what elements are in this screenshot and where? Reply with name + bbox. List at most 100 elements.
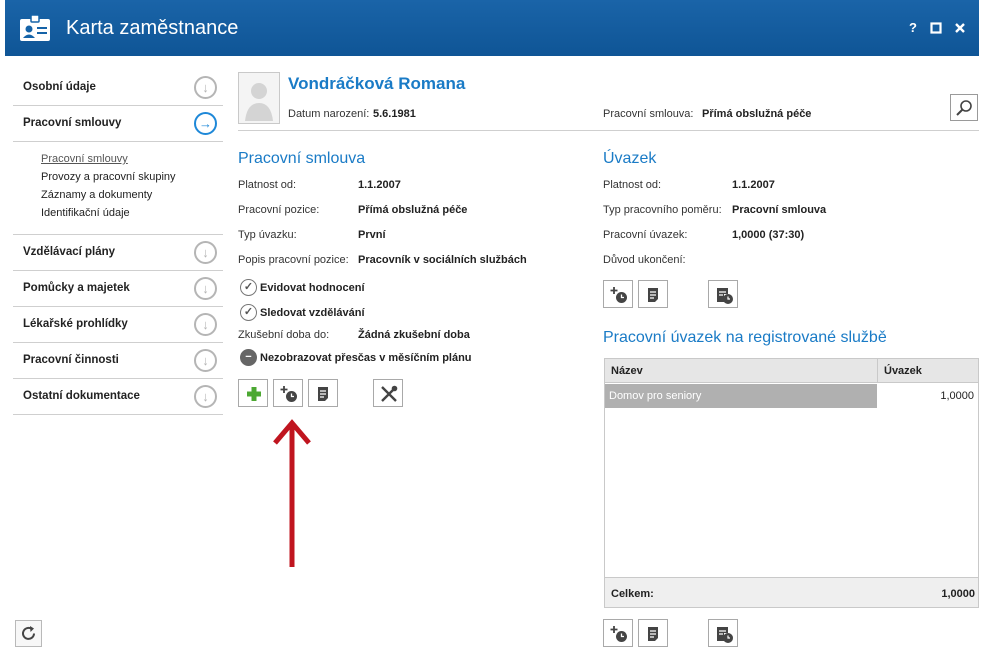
probation-label: Zkušební doba do: [238,329,330,341]
employee-card-window: Karta zaměstnance ? Osobní údaje ↓ Praco… [5,0,979,658]
plus-icon [247,387,261,401]
plus-clock-icon [280,386,297,402]
sidebar-item-label: Lékařské prohlídky [23,318,128,330]
add-workload-button[interactable] [603,280,633,308]
registered-service-table: Název Úvazek Domov pro seniory 1,0000 Ce… [604,358,979,608]
education-checkbox[interactable]: ✓ Sledovat vzdělávání [240,304,365,321]
sidebar-item-label: Vzdělávací plány [23,246,116,258]
birth-date-value: 5.6.1981 [373,108,416,120]
document-clock-icon [717,627,733,643]
sidebar-item-education[interactable]: Vzdělávací plány ↓ [13,235,223,271]
add-registered-button[interactable] [603,619,633,647]
sidebar-item-contracts[interactable]: Pracovní smlouvy → [13,106,223,142]
edit-contract-button[interactable] [308,379,338,407]
evaluation-checkbox[interactable]: ✓ Evidovat hodnocení [240,279,365,296]
title-bar: Karta zaměstnance ? [5,0,979,56]
sidebar: Osobní údaje ↓ Pracovní smlouvy → Pracov… [13,70,223,415]
search-button[interactable] [950,94,978,121]
sidebar-subitem-contracts[interactable]: Pracovní smlouvy [41,150,223,168]
sidebar-item-personal[interactable]: Osobní údaje ↓ [13,70,223,106]
registered-history-button[interactable] [708,619,738,647]
overtime-checkbox[interactable]: − Nezobrazovat přesčas v měsíčním plánu [240,349,472,366]
refresh-button[interactable] [15,620,42,647]
header-contract-label: Pracovní smlouva: [603,108,694,120]
document-edit-icon [648,288,658,302]
refresh-icon [22,626,35,640]
check-icon: ✓ [240,279,257,296]
sidebar-item-equipment[interactable]: Pomůcky a majetek ↓ [13,271,223,307]
sidebar-item-label: Pracovní činnosti [23,354,119,366]
registered-section-title: Pracovní úvazek na registrované službě [603,329,887,346]
arrow-down-icon: ↓ [194,277,217,300]
sidebar-subitem-identification[interactable]: Identifikační údaje [41,204,223,222]
contract-valid-from-label: Platnost od: [238,179,297,191]
workload-valid-from-label: Platnost od: [603,179,662,191]
contract-type-value: První [358,229,386,241]
maximize-button[interactable] [927,19,945,37]
document-edit-icon [648,627,658,641]
arrow-down-icon: ↓ [194,313,217,336]
sidebar-item-activities[interactable]: Pracovní činnosti ↓ [13,343,223,379]
total-value: 1,0000 [941,588,975,600]
sidebar-subitem-operations[interactable]: Provozy a pracovní skupiny [41,168,223,186]
edit-registered-button[interactable] [638,619,668,647]
sidebar-subitems: Pracovní smlouvy Provozy a pracovní skup… [13,142,223,235]
contract-type-label: Typ úvazku: [238,229,297,241]
total-label: Celkem: [611,588,654,600]
workload-valid-from-value: 1.1.2007 [732,179,775,191]
plus-clock-icon [610,287,627,303]
help-button[interactable]: ? [904,19,922,37]
document-clock-icon [717,288,733,304]
person-silhouette-icon [245,83,273,121]
column-header-name[interactable]: Název [611,365,643,377]
table-header: Název Úvazek [605,359,978,383]
check-icon: ✓ [240,304,257,321]
probation-value: Žádná zkušební doba [358,329,470,341]
arrow-down-icon: ↓ [194,76,217,99]
work-load-label: Pracovní úvazek: [603,229,688,241]
search-icon [956,100,972,116]
add-contract-button[interactable] [238,379,268,407]
table-footer: Celkem: 1,0000 [605,577,978,607]
close-button[interactable] [951,19,969,37]
minus-icon: − [240,349,257,366]
contract-position-value: Přímá obslužná péče [358,204,468,216]
column-header-load[interactable]: Úvazek [877,359,978,382]
header-divider [238,130,979,131]
contract-section-title: Pracovní smlouva [238,150,366,167]
arrow-right-icon: → [194,112,217,135]
employee-card-icon [20,14,50,41]
evaluation-checkbox-label: Evidovat hodnocení [260,282,365,294]
edit-workload-button[interactable] [638,280,668,308]
arrow-down-icon: ↓ [194,241,217,264]
employee-name: Vondráčková Romana [288,74,466,93]
overtime-checkbox-label: Nezobrazovat přesčas v měsíčním plánu [260,352,472,364]
row-load-cell[interactable]: 1,0000 [877,384,978,408]
sidebar-subitem-records[interactable]: Záznamy a dokumenty [41,186,223,204]
sidebar-item-documents[interactable]: Ostatní dokumentace ↓ [13,379,223,415]
contract-position-label: Pracovní pozice: [238,204,320,216]
close-icon [955,23,965,33]
birth-date-label: Datum narození: [288,108,370,120]
document-edit-icon [318,387,328,401]
tools-button[interactable] [373,379,403,407]
education-checkbox-label: Sledovat vzdělávání [260,307,365,319]
contract-description-value: Pracovník v sociálních službách [358,254,527,266]
add-timed-contract-button[interactable] [273,379,303,407]
sidebar-item-label: Pomůcky a majetek [23,282,130,294]
table-row[interactable]: Domov pro seniory 1,0000 [605,384,978,408]
tools-icon [381,385,398,402]
sidebar-item-label: Pracovní smlouvy [23,117,122,129]
sidebar-item-label: Ostatní dokumentace [23,390,140,402]
work-load-value: 1,0000 (37:30) [732,229,805,241]
sidebar-item-label: Osobní údaje [23,81,96,93]
sidebar-item-medical[interactable]: Lékařské prohlídky ↓ [13,307,223,343]
workload-history-button[interactable] [708,280,738,308]
maximize-icon [930,22,942,34]
workload-section-title: Úvazek [603,150,657,167]
plus-clock-icon [610,626,627,642]
header-contract-value: Přímá obslužná péče [702,108,812,120]
avatar [238,72,280,124]
annotation-arrow [273,419,311,567]
employment-type-label: Typ pracovního poměru: [603,204,722,216]
